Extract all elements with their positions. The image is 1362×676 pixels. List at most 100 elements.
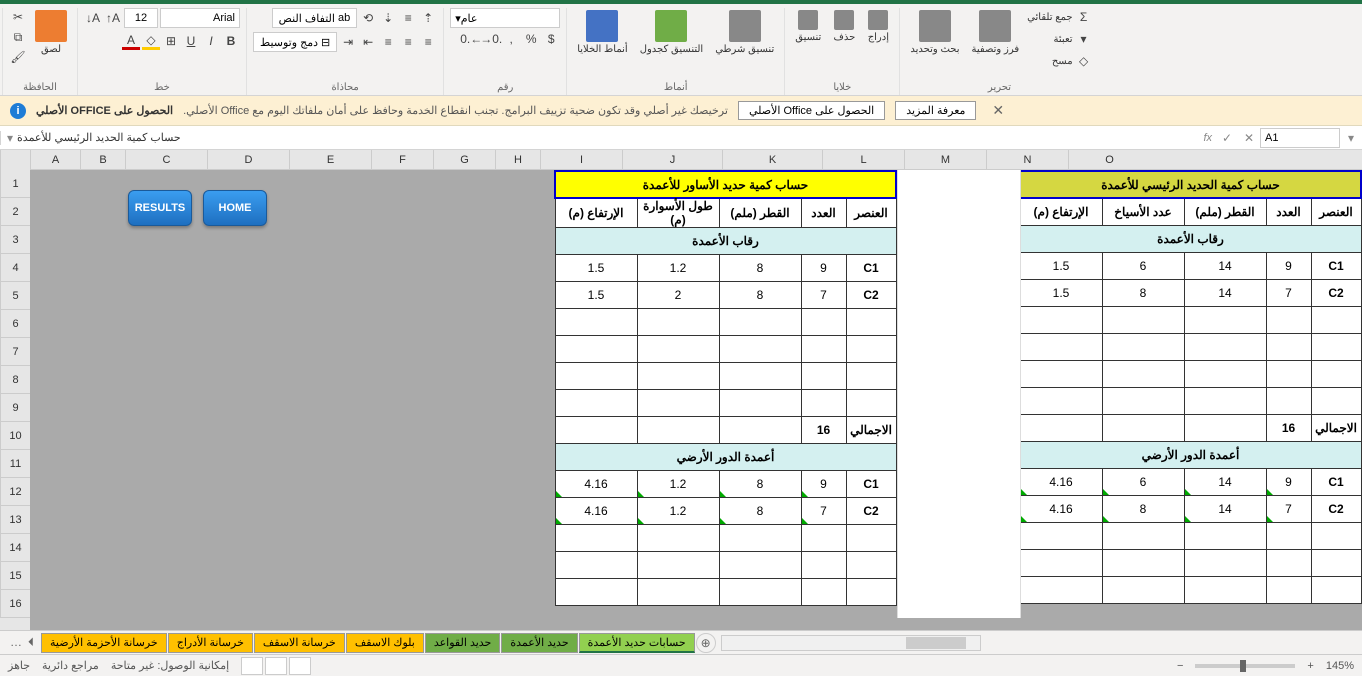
- zoom-in-button[interactable]: +: [1307, 660, 1313, 672]
- col-header-H[interactable]: H: [495, 150, 540, 169]
- paste-button[interactable]: لصق: [31, 8, 71, 57]
- sheet-tab-2[interactable]: خرسانة الاسقف: [254, 633, 345, 653]
- fx-icon[interactable]: fx: [1199, 132, 1216, 144]
- zoom-slider[interactable]: [1195, 664, 1295, 668]
- percent-button[interactable]: %: [522, 30, 540, 48]
- font-size-input[interactable]: [124, 8, 158, 28]
- format-painter-button[interactable]: 🖌: [9, 48, 27, 66]
- zoom-level[interactable]: 145%: [1326, 660, 1354, 672]
- format-table-button[interactable]: التنسيق كجدول: [636, 8, 707, 57]
- normal-view-button[interactable]: [289, 657, 311, 675]
- name-box[interactable]: [1260, 128, 1340, 148]
- col-header-O[interactable]: O: [1068, 150, 1150, 169]
- learn-more-button[interactable]: معرفة المزيد: [895, 101, 976, 120]
- tab-nav-prev[interactable]: …: [8, 635, 24, 650]
- sort-filter-button[interactable]: فرز وتصفية: [968, 8, 1024, 57]
- underline-button[interactable]: U: [182, 32, 200, 50]
- sheet-tab-4[interactable]: حديد القواعد: [425, 633, 501, 653]
- row-header-1[interactable]: 1: [0, 170, 30, 198]
- tab-nav-first[interactable]: ⏴: [26, 635, 36, 650]
- fill-color-button[interactable]: ◇: [142, 32, 160, 50]
- row-header-16[interactable]: 16: [0, 590, 30, 618]
- row-header-14[interactable]: 14: [0, 534, 30, 562]
- results-nav-button[interactable]: RESULTS: [128, 190, 192, 226]
- autosum-button[interactable]: Σ: [1075, 8, 1093, 26]
- col-header-G[interactable]: G: [433, 150, 495, 169]
- row-header-13[interactable]: 13: [0, 506, 30, 534]
- row-header-9[interactable]: 9: [0, 394, 30, 422]
- spreadsheet-grid[interactable]: ABCDEFGHIJKLMNO 12345678910111213141516 …: [0, 150, 1362, 630]
- formula-cancel-button[interactable]: ✕: [1238, 127, 1260, 149]
- formula-content[interactable]: حساب كمية الحديد الرئيسي للأعمدة: [17, 131, 181, 144]
- fill-button[interactable]: ▾: [1075, 30, 1093, 48]
- col-header-J[interactable]: J: [622, 150, 722, 169]
- align-center-button[interactable]: ≡: [399, 33, 417, 51]
- home-nav-button[interactable]: HOME: [203, 190, 267, 226]
- bold-button[interactable]: B: [222, 32, 240, 50]
- sheet-tab-6[interactable]: حسابات حديد الأعمدة: [579, 633, 695, 653]
- sheet-tab-0[interactable]: خرسانة الأحزمة الأرضية: [41, 633, 167, 653]
- col-header-E[interactable]: E: [289, 150, 371, 169]
- add-sheet-button[interactable]: ⊕: [696, 633, 716, 653]
- dec-decimal-button[interactable]: ←.0: [462, 30, 480, 48]
- delete-cells-button[interactable]: حذف: [829, 8, 859, 45]
- col-header-B[interactable]: B: [80, 150, 125, 169]
- number-format-select[interactable]: عام ▾: [450, 8, 560, 28]
- font-name-input[interactable]: [160, 8, 240, 28]
- row-header-6[interactable]: 6: [0, 310, 30, 338]
- border-button[interactable]: ⊞: [162, 32, 180, 50]
- indent-inc-button[interactable]: ⇥: [339, 33, 357, 51]
- row-header-12[interactable]: 12: [0, 478, 30, 506]
- col-header-D[interactable]: D: [207, 150, 289, 169]
- row-header-2[interactable]: 2: [0, 198, 30, 226]
- row-header-5[interactable]: 5: [0, 282, 30, 310]
- page-layout-view-button[interactable]: [265, 657, 287, 675]
- sheet-tab-5[interactable]: حديد الأعمدة: [501, 633, 577, 653]
- italic-button[interactable]: I: [202, 32, 220, 50]
- cell-styles-button[interactable]: أنماط الخلايا: [573, 8, 632, 57]
- copy-button[interactable]: ⧉: [9, 28, 27, 46]
- col-header-A[interactable]: A: [30, 150, 80, 169]
- col-header-K[interactable]: K: [722, 150, 822, 169]
- row-header-4[interactable]: 4: [0, 254, 30, 282]
- zoom-out-button[interactable]: −: [1177, 660, 1183, 672]
- page-break-view-button[interactable]: [241, 657, 263, 675]
- get-office-button[interactable]: الحصول على Office الأصلي: [738, 101, 885, 120]
- orientation-button[interactable]: ⟲: [359, 9, 377, 27]
- row-header-8[interactable]: 8: [0, 366, 30, 394]
- conditional-format-button[interactable]: تنسيق شرطي: [711, 8, 778, 57]
- insert-cells-button[interactable]: إدراج: [863, 8, 893, 45]
- col-header-F[interactable]: F: [371, 150, 433, 169]
- inc-decimal-button[interactable]: .0→: [482, 30, 500, 48]
- align-right-button[interactable]: ≡: [419, 33, 437, 51]
- wrap-text-button[interactable]: abالتفاف النص: [272, 8, 358, 28]
- close-warning-button[interactable]: ✕: [986, 102, 1010, 119]
- col-header-C[interactable]: C: [125, 150, 207, 169]
- col-header-I[interactable]: I: [540, 150, 622, 169]
- currency-button[interactable]: $: [542, 30, 560, 48]
- format-cells-button[interactable]: تنسيق: [791, 8, 825, 45]
- font-color-button[interactable]: A: [122, 32, 140, 50]
- col-header-L[interactable]: L: [822, 150, 904, 169]
- row-header-7[interactable]: 7: [0, 338, 30, 366]
- col-header-N[interactable]: N: [986, 150, 1068, 169]
- row-header-3[interactable]: 3: [0, 226, 30, 254]
- indent-dec-button[interactable]: ⇤: [359, 33, 377, 51]
- row-header-10[interactable]: 10: [0, 422, 30, 450]
- merge-center-button[interactable]: ⊟دمج وتوسيط: [253, 32, 337, 52]
- align-left-button[interactable]: ≡: [379, 33, 397, 51]
- sheet-tab-3[interactable]: بلوك الاسقف: [346, 633, 424, 653]
- formula-confirm-button[interactable]: ✓: [1216, 127, 1238, 149]
- cut-button[interactable]: ✂: [9, 8, 27, 26]
- row-header-11[interactable]: 11: [0, 450, 30, 478]
- align-top-button[interactable]: ⇡: [419, 9, 437, 27]
- select-all-corner[interactable]: [0, 150, 30, 170]
- name-box-dropdown[interactable]: ▾: [1340, 127, 1362, 149]
- clear-button[interactable]: ◇: [1075, 52, 1093, 70]
- align-bottom-button[interactable]: ⇣: [379, 9, 397, 27]
- row-header-15[interactable]: 15: [0, 562, 30, 590]
- horizontal-scrollbar[interactable]: [721, 635, 981, 651]
- comma-button[interactable]: ,: [502, 30, 520, 48]
- sheet-tab-1[interactable]: خرسانة الأدراج: [168, 633, 253, 653]
- decrease-font-button[interactable]: A↓: [84, 9, 102, 27]
